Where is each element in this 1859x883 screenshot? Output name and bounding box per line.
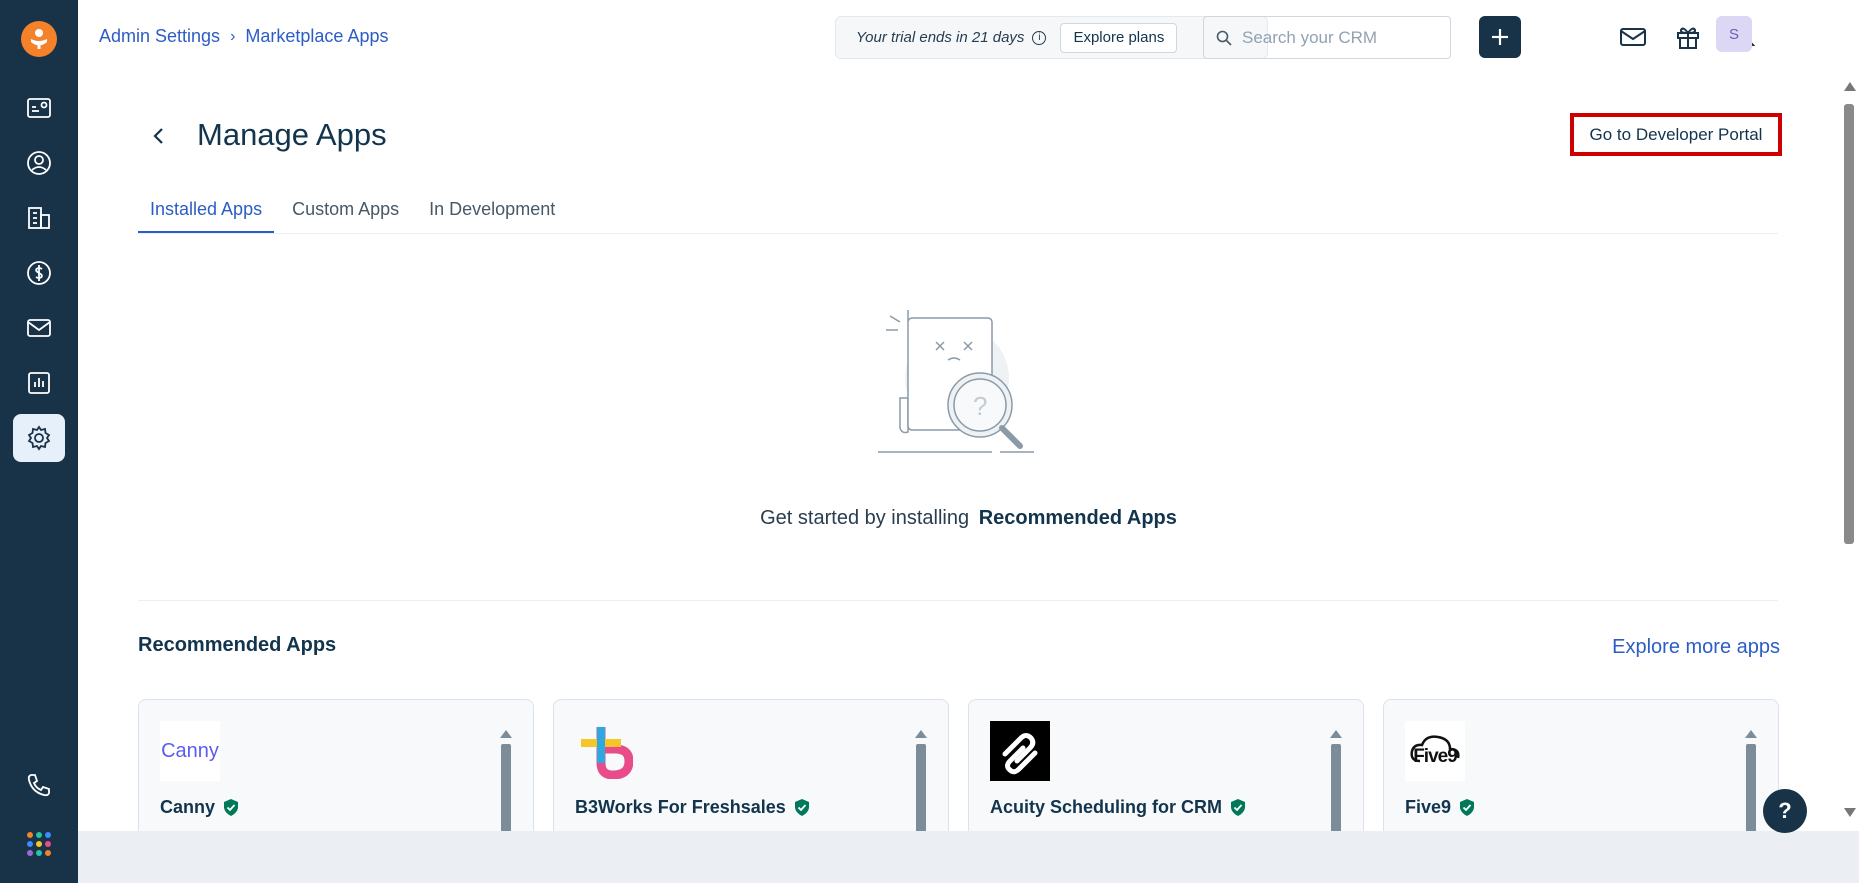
app-name-text: Five9	[1405, 797, 1452, 817]
canny-logo: Canny	[160, 721, 220, 781]
app-card-b3works[interactable]: B3Works For Freshsales	[553, 699, 949, 839]
empty-state-message: Get started by installing Recommended Ap…	[0, 507, 1859, 530]
svg-text:?: ?	[973, 391, 987, 421]
page-scrollbar[interactable]	[1841, 82, 1859, 822]
scroll-thumb[interactable]	[1844, 104, 1854, 544]
add-new-button[interactable]	[1479, 16, 1521, 58]
breadcrumb-marketplace-apps[interactable]: Marketplace Apps	[245, 26, 388, 47]
tab-installed-apps[interactable]: Installed Apps	[138, 196, 275, 233]
nav-accounts-icon[interactable]	[13, 194, 65, 242]
scroll-down-arrow[interactable]	[1844, 808, 1856, 817]
tab-bar: Installed Apps Custom Apps In Developmen…	[138, 196, 1778, 234]
breadcrumb: Admin Settings › Marketplace Apps	[99, 26, 388, 47]
app-name: Five9	[1405, 797, 1475, 818]
tab-in-development[interactable]: In Development	[417, 196, 567, 233]
bottom-strip	[78, 831, 1859, 883]
nav-email-icon[interactable]	[13, 304, 65, 352]
empty-state-illustration: ?	[878, 310, 1034, 453]
chevron-left-icon	[153, 128, 163, 144]
explore-plans-button[interactable]: Explore plans	[1060, 22, 1178, 53]
help-button[interactable]: ?	[1763, 789, 1807, 833]
app-name: Canny	[160, 797, 239, 818]
user-avatar[interactable]: S	[1716, 16, 1752, 52]
explore-more-apps-link[interactable]: Explore more apps	[1610, 636, 1780, 659]
nav-phone-icon[interactable]	[13, 761, 65, 809]
verified-badge-icon	[794, 799, 809, 816]
verified-badge-icon	[1460, 799, 1475, 816]
app-name: B3Works For Freshsales	[575, 797, 810, 818]
card-scrollbar[interactable]	[500, 730, 512, 838]
nav-dashboard-icon[interactable]	[13, 84, 65, 132]
app-name-text: B3Works For Freshsales	[575, 797, 786, 817]
verified-badge-icon	[1231, 799, 1246, 816]
nav-contacts-icon[interactable]	[13, 139, 65, 187]
left-nav-rail	[0, 0, 78, 883]
trial-text: Your trial ends in 21 days	[856, 29, 1025, 46]
chevron-right-icon: ›	[230, 27, 236, 45]
five9-logo-text: Five9	[1413, 746, 1458, 767]
section-divider	[138, 600, 1778, 601]
card-scrollbar[interactable]	[1745, 730, 1757, 838]
plus-icon	[1492, 29, 1508, 45]
nav-settings-icon[interactable]	[13, 414, 65, 462]
nav-apps-grid-icon[interactable]	[13, 820, 65, 868]
app-card-acuity[interactable]: Acuity Scheduling for CRM	[968, 699, 1364, 839]
recommended-apps-heading: Recommended Apps	[138, 634, 337, 656]
search-box	[1203, 16, 1451, 59]
developer-portal-button[interactable]: Go to Developer Portal	[1570, 113, 1782, 156]
back-button[interactable]	[148, 124, 168, 148]
scroll-up-arrow[interactable]	[1844, 82, 1856, 91]
acuity-logo	[990, 721, 1050, 781]
card-scrollbar[interactable]	[915, 730, 927, 838]
canny-logo-text: Canny	[161, 739, 219, 762]
page-title: Manage Apps	[197, 117, 387, 152]
breadcrumb-admin-settings[interactable]: Admin Settings	[99, 26, 220, 47]
tab-custom-apps[interactable]: Custom Apps	[280, 196, 411, 233]
app-card-canny[interactable]: Canny Canny	[138, 699, 534, 839]
empty-state-text: Get started by installing	[760, 507, 970, 529]
info-icon[interactable]: i	[1032, 30, 1047, 45]
gift-icon[interactable]	[1671, 20, 1705, 54]
card-scrollbar[interactable]	[1330, 730, 1342, 838]
freshsales-logo[interactable]	[21, 21, 57, 57]
mail-icon[interactable]	[1616, 20, 1650, 54]
app-card-five9[interactable]: Five9 Five9	[1383, 699, 1779, 839]
search-input[interactable]	[1242, 27, 1432, 48]
search-icon	[1216, 30, 1232, 46]
app-name-text: Canny	[160, 797, 216, 817]
five9-logo: Five9	[1405, 721, 1465, 781]
b3works-logo	[575, 721, 635, 781]
app-name-text: Acuity Scheduling for CRM	[990, 797, 1223, 817]
app-name: Acuity Scheduling for CRM	[990, 797, 1246, 818]
nav-deals-icon[interactable]	[13, 249, 65, 297]
nav-reports-icon[interactable]	[13, 359, 65, 407]
empty-state-highlight: Recommended Apps	[978, 507, 1177, 529]
verified-badge-icon	[224, 799, 239, 816]
